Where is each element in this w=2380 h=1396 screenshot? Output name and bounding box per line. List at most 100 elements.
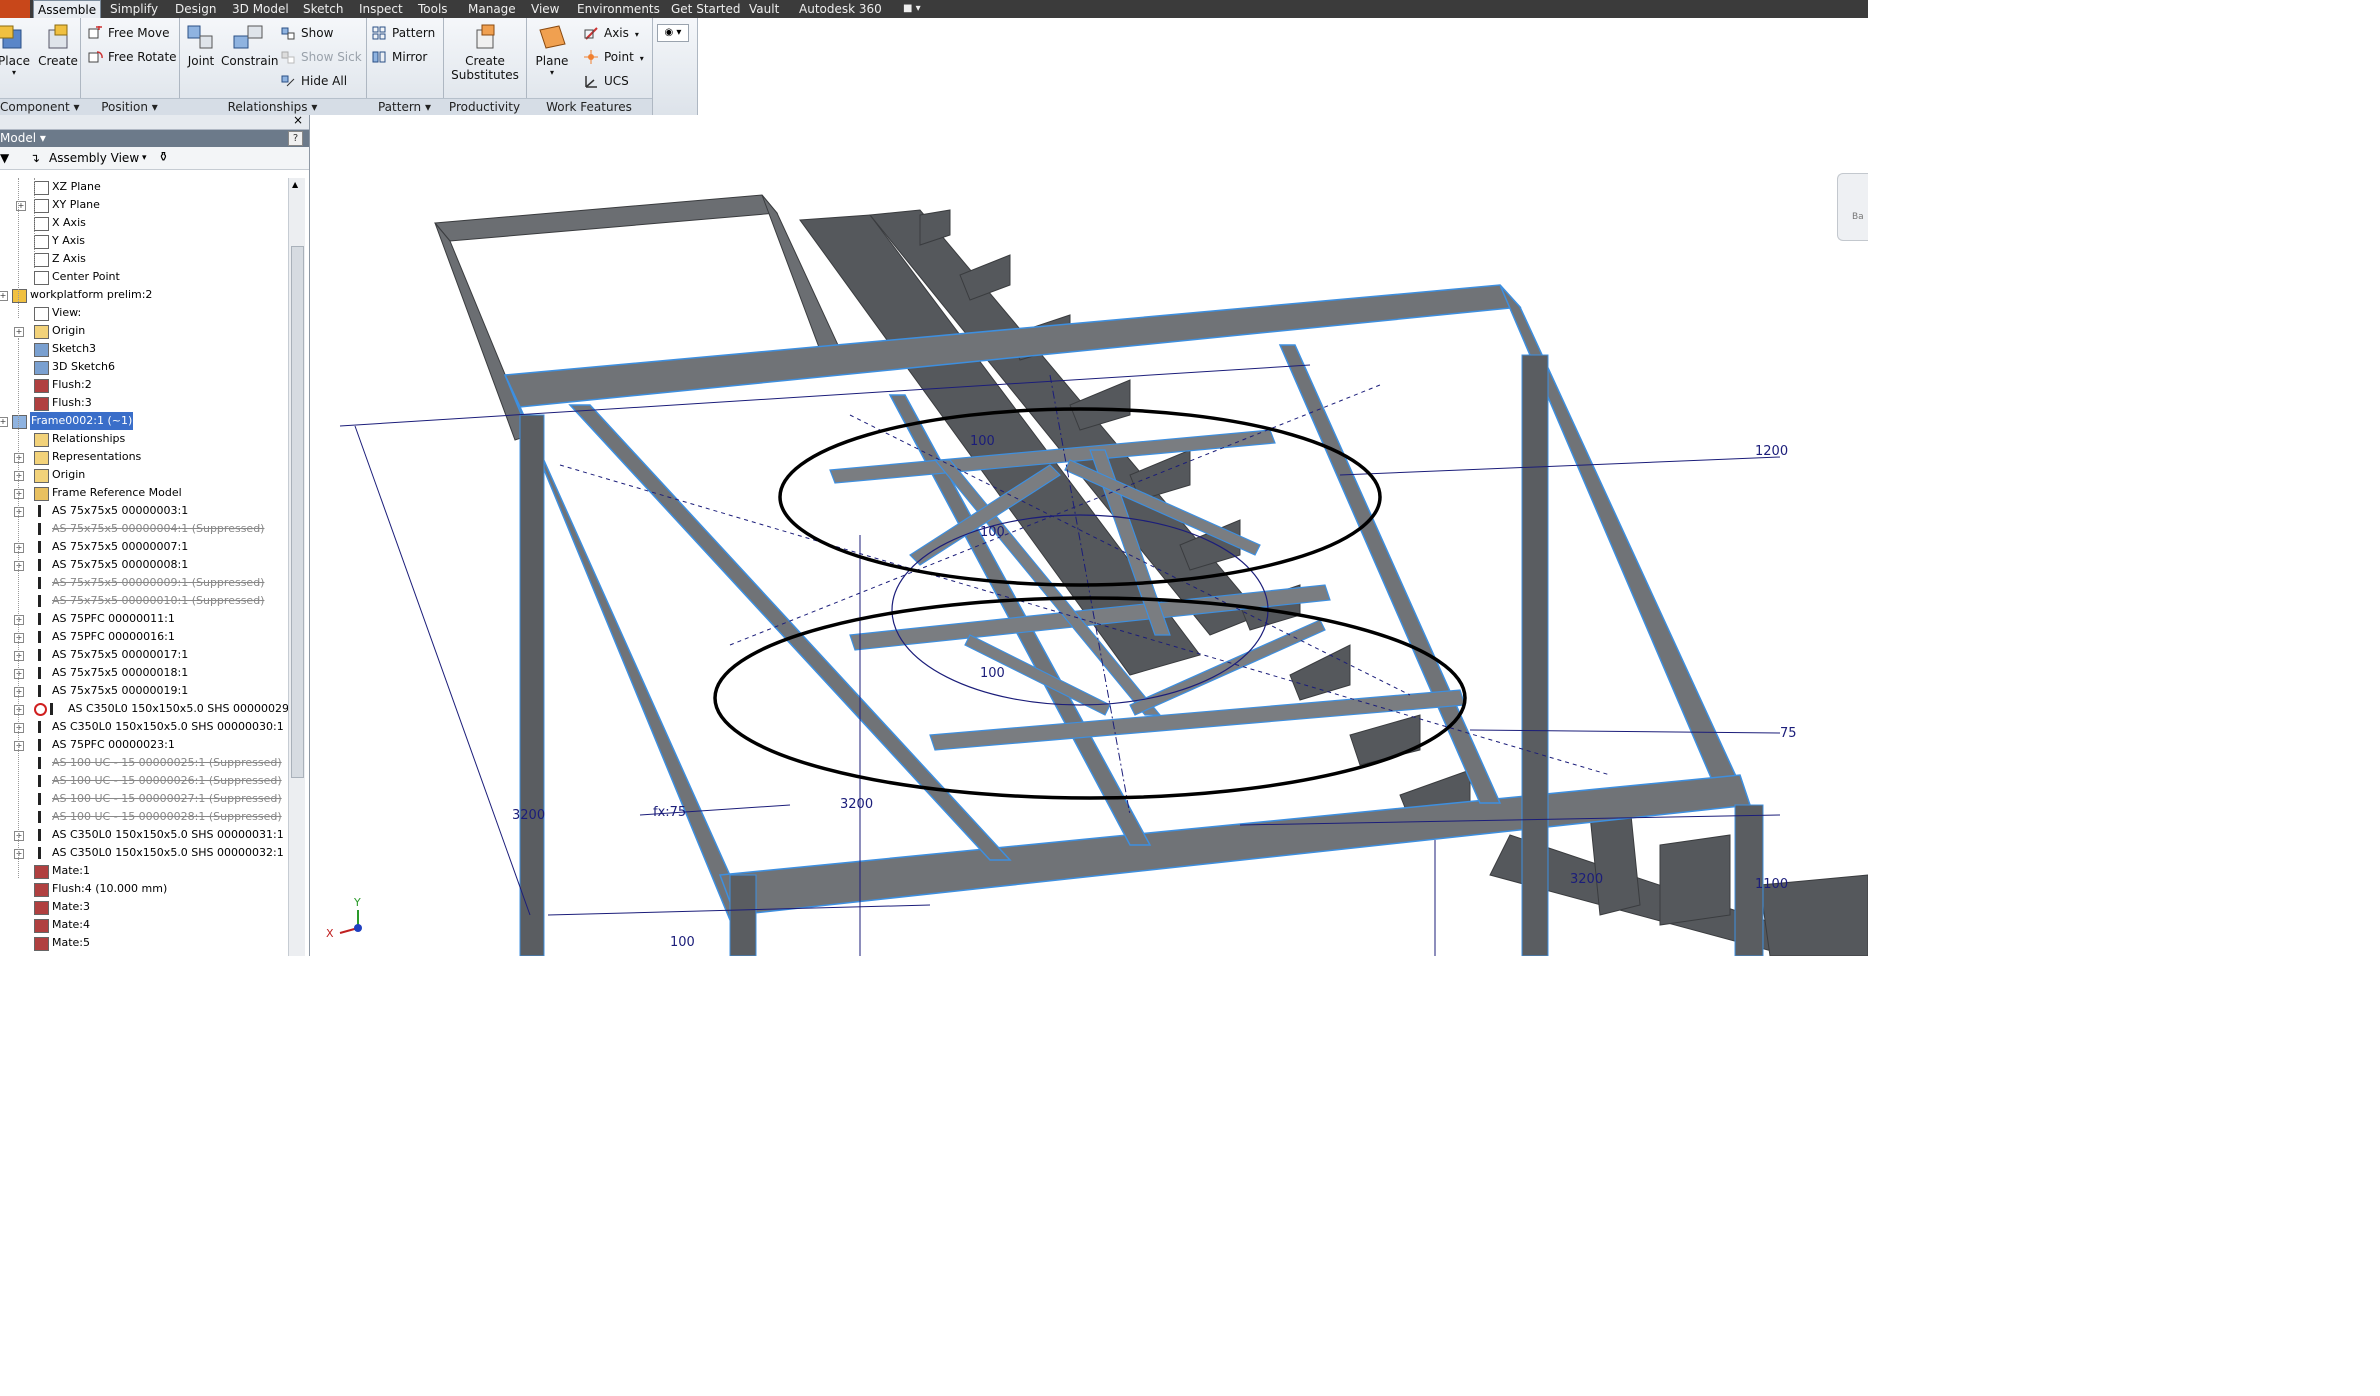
tab-simplify[interactable]: Simplify bbox=[106, 0, 162, 18]
expand-toggle-icon[interactable]: + bbox=[14, 669, 24, 679]
expand-toggle-icon[interactable]: + bbox=[14, 831, 24, 841]
expand-toggle-icon[interactable]: + bbox=[14, 633, 24, 643]
tab-autodesk-360[interactable]: Autodesk 360 bbox=[795, 0, 886, 18]
tab-3d-model[interactable]: 3D Model bbox=[228, 0, 293, 18]
tab-tools[interactable]: Tools bbox=[414, 0, 452, 18]
tree-item[interactable]: + AS 75x75x5 00000019:1 bbox=[0, 682, 288, 700]
tab-view[interactable]: View bbox=[527, 0, 563, 18]
pattern-panel-label[interactable]: Pattern ▾ bbox=[366, 98, 443, 115]
expand-toggle-icon[interactable]: + bbox=[14, 723, 24, 733]
point-dropdown-icon[interactable]: ▾ bbox=[640, 54, 644, 63]
tree-item[interactable]: Flush:2 bbox=[0, 376, 288, 394]
tree-item[interactable]: + AS C350L0 150x150x5.0 SHS 00000030:1 bbox=[0, 718, 288, 736]
tree-item[interactable]: + AS 75x75x5 00000008:1 bbox=[0, 556, 288, 574]
ribbon-display-toggle-icon[interactable]: ■ ▾ bbox=[903, 0, 921, 18]
tree-item[interactable]: X Axis bbox=[0, 214, 288, 232]
filter-icon[interactable]: ▼ bbox=[0, 147, 9, 169]
tree-item[interactable]: Y Axis bbox=[0, 232, 288, 250]
dimension-label-100-b[interactable]: 100 bbox=[670, 935, 695, 950]
tree-item[interactable]: View: bbox=[0, 304, 288, 322]
tree-item[interactable]: + AS 75x75x5 00000007:1 bbox=[0, 538, 288, 556]
tab-environments[interactable]: Environments bbox=[573, 0, 664, 18]
tab-inspect[interactable]: Inspect bbox=[355, 0, 407, 18]
expand-toggle-icon[interactable]: + bbox=[14, 561, 24, 571]
joint-button[interactable]: Joint bbox=[181, 22, 221, 68]
tab-get-started[interactable]: Get Started bbox=[667, 0, 745, 18]
ribbon-customize-dropdown-icon[interactable]: ◉ ▾ bbox=[657, 24, 689, 42]
find-binoculars-icon[interactable]: ⚱ bbox=[158, 147, 169, 169]
plane-button[interactable]: Plane ▾ bbox=[530, 22, 574, 77]
expand-toggle-icon[interactable]: + bbox=[14, 471, 24, 481]
tab-manage[interactable]: Manage bbox=[464, 0, 520, 18]
tree-item[interactable]: Flush:4 (10.000 mm) bbox=[0, 880, 288, 898]
plane-dropdown-icon[interactable]: ▾ bbox=[530, 68, 574, 77]
tree-item[interactable]: Relationships bbox=[0, 430, 288, 448]
tree-item[interactable]: Flush:3 bbox=[0, 394, 288, 412]
expand-toggle-icon[interactable]: + bbox=[0, 291, 8, 301]
view-dropdown-arrow-icon[interactable]: ▾ bbox=[142, 147, 147, 169]
tree-item[interactable]: AS 75x75x5 00000004:1 (Suppressed) bbox=[0, 520, 288, 538]
constrain-button[interactable]: Constrain bbox=[221, 22, 279, 68]
component-panel-label[interactable]: Component ▾ bbox=[0, 98, 80, 115]
assembly-view-dropdown[interactable]: Assembly View bbox=[49, 147, 139, 169]
tree-item[interactable]: + AS C350L0 150x150x5.0 SHS 00000032:1 bbox=[0, 844, 288, 862]
expand-toggle-icon[interactable]: + bbox=[14, 507, 24, 517]
tree-item[interactable]: Mate:4 bbox=[0, 916, 288, 934]
expand-toggle-icon[interactable]: + bbox=[14, 543, 24, 553]
place-button[interactable]: Place ▾ bbox=[0, 22, 32, 77]
dimension-label-1100[interactable]: 1100 bbox=[1755, 877, 1788, 892]
expand-toggle-icon[interactable]: + bbox=[14, 453, 24, 463]
tree-item[interactable]: + AS C350L0 150x150x5.0 SHS 00000031:1 bbox=[0, 826, 288, 844]
dimension-label-3200-a[interactable]: 3200 bbox=[840, 797, 873, 812]
dimension-label-75[interactable]: 75 bbox=[1780, 726, 1797, 741]
dimension-label-fx75[interactable]: fx:75 bbox=[653, 805, 686, 820]
tree-item[interactable]: AS 75x75x5 00000010:1 (Suppressed) bbox=[0, 592, 288, 610]
tree-item[interactable]: AS 100 UC - 15 00000025:1 (Suppressed) bbox=[0, 754, 288, 772]
tree-item[interactable]: + AS 75PFC 00000016:1 bbox=[0, 628, 288, 646]
place-dropdown-icon[interactable]: ▾ bbox=[0, 68, 32, 77]
tree-item[interactable]: + AS C350L0 150x150x5.0 SHS 00000029:1 bbox=[0, 700, 288, 718]
tree-item[interactable]: + Frame Reference Model bbox=[0, 484, 288, 502]
browser-scrollbar[interactable]: ▲ bbox=[288, 178, 305, 956]
dimension-label-100-d[interactable]: 100 bbox=[980, 666, 1005, 681]
create-substitutes-button[interactable]: Create Substitutes bbox=[445, 22, 525, 82]
tree-item[interactable]: Mate:3 bbox=[0, 898, 288, 916]
position-panel-label[interactable]: Position ▾ bbox=[80, 98, 179, 115]
expand-toggle-icon[interactable]: + bbox=[14, 651, 24, 661]
tree-item[interactable]: + XY Plane bbox=[0, 196, 288, 214]
pattern-button[interactable]: Pattern bbox=[370, 23, 435, 43]
close-icon[interactable]: × bbox=[293, 113, 303, 127]
expand-toggle-icon[interactable]: + bbox=[14, 489, 24, 499]
dimension-label-3200-b[interactable]: 3200 bbox=[1570, 872, 1603, 887]
tab-design[interactable]: Design bbox=[171, 0, 220, 18]
app-menu-button[interactable] bbox=[0, 0, 30, 18]
tree-item[interactable]: + AS 75PFC 00000011:1 bbox=[0, 610, 288, 628]
graphics-viewport[interactable]: 1200 3200 3200 1100 75 100 fx:75 3200 10… bbox=[310, 115, 1868, 956]
ucs-button[interactable]: UCS bbox=[582, 71, 629, 91]
help-icon[interactable]: ? bbox=[288, 131, 303, 146]
scroll-up-icon[interactable]: ▲ bbox=[292, 180, 298, 189]
dimension-label-3200-c[interactable]: 3200 bbox=[512, 808, 545, 823]
mirror-button[interactable]: Mirror bbox=[370, 47, 427, 67]
expand-toggle-icon[interactable]: + bbox=[14, 327, 24, 337]
tab-assemble[interactable]: Assemble bbox=[33, 0, 102, 19]
point-button[interactable]: Point ▾ bbox=[582, 47, 644, 67]
tree-item[interactable]: Z Axis bbox=[0, 250, 288, 268]
tree-item[interactable]: + Representations bbox=[0, 448, 288, 466]
axis-button[interactable]: Axis ▾ bbox=[582, 23, 639, 43]
expand-toggle-icon[interactable]: + bbox=[14, 615, 24, 625]
tree-item[interactable]: AS 75x75x5 00000009:1 (Suppressed) bbox=[0, 574, 288, 592]
tree-item[interactable]: Sketch3 bbox=[0, 340, 288, 358]
free-rotate-button[interactable]: Free Rotate bbox=[86, 47, 177, 67]
tree-item[interactable]: + Frame0002:1 (~1) bbox=[0, 412, 288, 430]
tree-item[interactable]: AS 100 UC - 15 00000026:1 (Suppressed) bbox=[0, 772, 288, 790]
show-sick-button[interactable]: Show Sick bbox=[279, 47, 362, 67]
hide-all-button[interactable]: Hide All bbox=[279, 71, 347, 91]
tree-item[interactable]: Center Point bbox=[0, 268, 288, 286]
expand-toggle-icon[interactable]: + bbox=[14, 687, 24, 697]
tree-item[interactable]: 3D Sketch6 bbox=[0, 358, 288, 376]
tree-item[interactable]: + AS 75PFC 00000023:1 bbox=[0, 736, 288, 754]
tree-item[interactable]: + Origin bbox=[0, 322, 288, 340]
tab-vault[interactable]: Vault bbox=[745, 0, 783, 18]
axis-dropdown-icon[interactable]: ▾ bbox=[635, 30, 639, 39]
